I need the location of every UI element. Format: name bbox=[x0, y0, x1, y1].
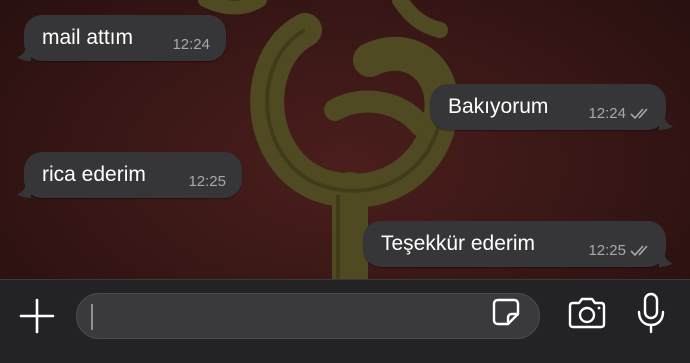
bubble-tail bbox=[659, 116, 673, 130]
message-text: Bakıyorum bbox=[448, 95, 549, 118]
sticker-icon[interactable] bbox=[488, 294, 524, 330]
message-input-container[interactable] bbox=[76, 293, 540, 339]
camera-icon[interactable] bbox=[566, 296, 608, 330]
message-text: rica ederim bbox=[42, 163, 146, 186]
bubble-tail bbox=[659, 253, 673, 267]
message-timestamp: 12:25 bbox=[188, 173, 226, 190]
plus-icon[interactable] bbox=[18, 297, 56, 335]
message-bubble-incoming[interactable]: rica ederim 12:25 bbox=[24, 152, 242, 198]
message-time-label: 12:24 bbox=[588, 105, 626, 122]
message-text: mail attım bbox=[42, 26, 134, 49]
double-check-icon bbox=[630, 244, 648, 256]
message-time-label: 12:25 bbox=[588, 242, 626, 259]
message-bubble-incoming[interactable]: mail attım 12:24 bbox=[24, 15, 226, 61]
bubble-tail bbox=[17, 184, 31, 198]
bubble-tail bbox=[17, 47, 31, 61]
microphone-icon[interactable] bbox=[634, 292, 668, 334]
double-check-icon bbox=[630, 107, 648, 119]
message-text: Teşekkür ederim bbox=[381, 232, 536, 255]
message-bubble-outgoing[interactable]: Bakıyorum 12:24 bbox=[430, 84, 666, 130]
message-input[interactable] bbox=[91, 300, 485, 334]
message-timestamp: 12:25 bbox=[588, 242, 652, 259]
message-timestamp: 12:24 bbox=[588, 105, 652, 122]
message-timestamp: 12:24 bbox=[172, 36, 210, 53]
message-bubble-outgoing[interactable]: Teşekkür ederim 12:25 bbox=[363, 221, 666, 267]
